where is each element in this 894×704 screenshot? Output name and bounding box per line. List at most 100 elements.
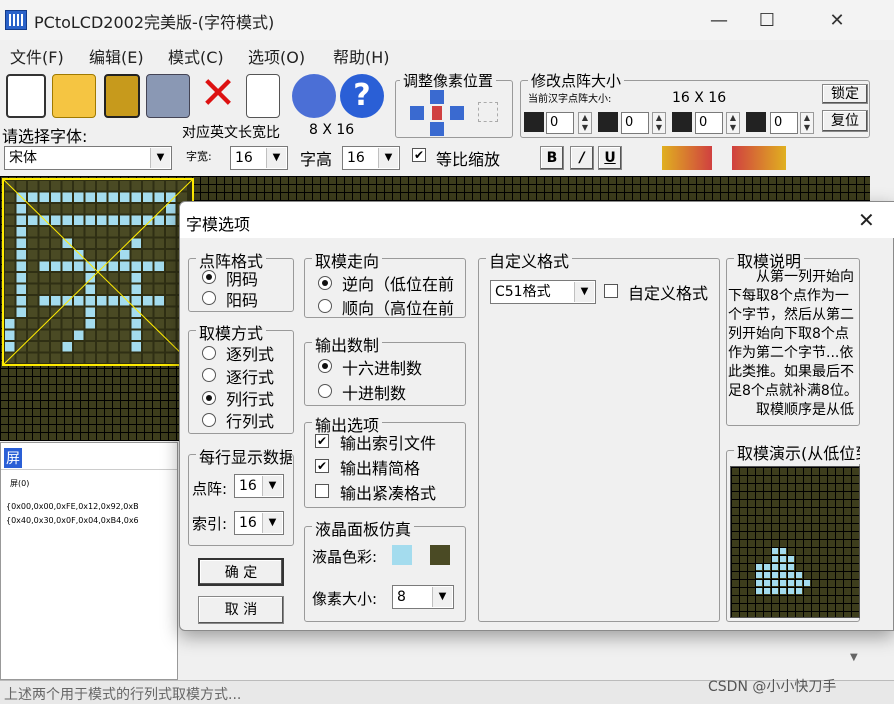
index-count-select[interactable]: 16 ▼ bbox=[234, 511, 284, 535]
radio-positive[interactable] bbox=[202, 291, 216, 305]
radio-forward[interactable] bbox=[318, 299, 332, 313]
rotate-icon[interactable] bbox=[732, 146, 786, 170]
scroll-down-icon[interactable]: ▼ bbox=[850, 652, 858, 663]
maximize-button[interactable]: ☐ bbox=[744, 6, 790, 34]
glyph-pixel bbox=[51, 215, 61, 225]
minimize-button[interactable]: — bbox=[696, 6, 742, 34]
top-spin-arrows[interactable]: ▲ ▼ bbox=[652, 112, 666, 134]
glyph-pixel bbox=[16, 204, 26, 214]
radio-hex[interactable] bbox=[318, 359, 332, 373]
pixel-size-select[interactable]: 8 ▼ bbox=[392, 585, 454, 609]
radio-col[interactable] bbox=[202, 346, 216, 360]
glyph-pixel bbox=[97, 284, 107, 294]
glyph-pixel bbox=[131, 215, 141, 225]
font-select[interactable]: 宋体 ▼ bbox=[4, 146, 172, 170]
radio-rowcol[interactable] bbox=[202, 413, 216, 427]
new-file-icon[interactable] bbox=[6, 74, 46, 118]
height-select[interactable]: 16 ▼ bbox=[342, 146, 400, 170]
glyph-pixel bbox=[154, 227, 164, 237]
open-folder-icon[interactable] bbox=[52, 74, 96, 118]
shrink-top-icon[interactable] bbox=[598, 112, 618, 132]
radio-colrow[interactable] bbox=[202, 391, 216, 405]
lcd-off-color-swatch[interactable] bbox=[430, 545, 450, 565]
demo-pixel bbox=[788, 580, 794, 586]
shrink-bottom-icon[interactable] bbox=[746, 112, 766, 132]
bottom-spin-arrows[interactable]: ▲ ▼ bbox=[800, 112, 814, 134]
glyph-pixel bbox=[143, 204, 153, 214]
close-button[interactable]: ✕ bbox=[814, 6, 860, 34]
glyph-pixel bbox=[74, 273, 84, 283]
glyph-pixel bbox=[39, 296, 49, 306]
demo-pixel bbox=[756, 564, 762, 570]
glyph-pixel bbox=[39, 204, 49, 214]
glyph-pixel bbox=[97, 261, 107, 271]
glyph-pixel bbox=[74, 319, 84, 329]
radio-dec[interactable] bbox=[318, 384, 332, 398]
glyph-pixel bbox=[108, 284, 118, 294]
output-data-line-2: {0x40,0x30,0x0F,0x04,0xB4,0x6 bbox=[6, 516, 139, 525]
glyph-pixel bbox=[5, 238, 15, 248]
left-spin[interactable]: 0 bbox=[546, 112, 574, 134]
menu-edit[interactable]: 编辑(E) bbox=[89, 44, 144, 68]
check-index-file[interactable]: ✔ bbox=[315, 434, 329, 448]
glyph-pixel bbox=[131, 353, 141, 363]
glyph-pixel bbox=[51, 307, 61, 317]
right-spin-arrows[interactable]: ▲ ▼ bbox=[726, 112, 740, 134]
notepad-icon[interactable] bbox=[246, 74, 280, 118]
cancel-button[interactable]: 取 消 bbox=[198, 596, 284, 624]
glyph-pixel bbox=[154, 238, 164, 248]
scale-checkbox[interactable]: ✔ bbox=[412, 148, 426, 162]
export-icon[interactable] bbox=[146, 74, 190, 118]
left-spin-arrows[interactable]: ▲ ▼ bbox=[578, 112, 592, 134]
shrink-right-icon[interactable] bbox=[672, 112, 692, 132]
dot-count-select[interactable]: 16 ▼ bbox=[234, 474, 284, 498]
height-label: 字高 bbox=[300, 150, 333, 169]
custom-format-checkbox[interactable] bbox=[604, 284, 618, 298]
radio-row[interactable] bbox=[202, 368, 216, 382]
save-icon[interactable] bbox=[104, 74, 140, 118]
radio-forward-label: 顺向（高位在前 bbox=[342, 299, 455, 318]
height-select-value: 16 bbox=[347, 150, 365, 166]
center-icon[interactable] bbox=[432, 106, 442, 120]
top-spin[interactable]: 0 bbox=[621, 112, 649, 134]
ok-button[interactable]: 确 定 bbox=[198, 558, 284, 586]
menu-help[interactable]: 帮助(H) bbox=[333, 44, 390, 68]
move-right-icon[interactable] bbox=[450, 106, 464, 120]
format-select[interactable]: C51格式 ▼ bbox=[490, 280, 596, 304]
watermark: CSDN @小小快刀手 bbox=[708, 679, 837, 695]
glyph-pixel bbox=[108, 192, 118, 202]
bold-button[interactable]: B bbox=[540, 146, 564, 170]
glyph-pixel bbox=[51, 250, 61, 260]
radio-negative[interactable] bbox=[202, 270, 216, 284]
bottom-spin[interactable]: 0 bbox=[770, 112, 798, 134]
close-icon[interactable]: ✕ bbox=[858, 208, 875, 232]
mirror-icon[interactable] bbox=[662, 146, 712, 170]
reset-button[interactable]: 复位 bbox=[822, 110, 868, 132]
lcd-on-color-swatch[interactable] bbox=[392, 545, 412, 565]
help-icon[interactable]: ? bbox=[340, 74, 384, 118]
menu-file[interactable]: 文件(F) bbox=[10, 44, 64, 68]
glyph-pixel bbox=[108, 342, 118, 352]
radio-reverse[interactable] bbox=[318, 276, 332, 290]
glyph-pixel bbox=[143, 238, 153, 248]
glyph-pixel bbox=[16, 261, 26, 271]
glyph-pixel bbox=[74, 261, 84, 271]
italic-button[interactable]: / bbox=[570, 146, 594, 170]
menu-options[interactable]: 选项(O) bbox=[248, 44, 305, 68]
glyph-pixel bbox=[131, 273, 141, 283]
glyph-pixel bbox=[16, 181, 26, 191]
width-select[interactable]: 16 ▼ bbox=[230, 146, 288, 170]
underline-button[interactable]: U bbox=[598, 146, 622, 170]
move-left-icon[interactable] bbox=[410, 106, 424, 120]
menu-mode[interactable]: 模式(C) bbox=[168, 44, 224, 68]
move-up-icon[interactable] bbox=[430, 90, 444, 104]
check-compact[interactable]: ✔ bbox=[315, 459, 329, 473]
move-down-icon[interactable] bbox=[430, 122, 444, 136]
delete-icon[interactable]: ✕ bbox=[196, 72, 240, 118]
shrink-left-icon[interactable] bbox=[524, 112, 544, 132]
check-tight[interactable] bbox=[315, 484, 329, 498]
settings-gear-icon[interactable] bbox=[292, 74, 336, 118]
lock-button[interactable]: 锁定 bbox=[822, 84, 868, 104]
right-spin[interactable]: 0 bbox=[695, 112, 723, 134]
glyph-pixel bbox=[166, 273, 176, 283]
